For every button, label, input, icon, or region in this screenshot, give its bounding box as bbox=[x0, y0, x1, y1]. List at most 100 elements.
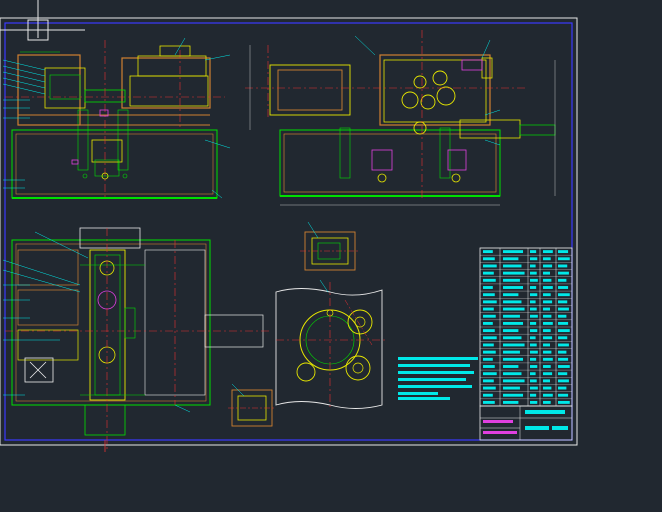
table-cell bbox=[483, 357, 493, 361]
table-cell bbox=[530, 293, 538, 297]
table-cell bbox=[558, 379, 569, 383]
table-cell bbox=[543, 400, 551, 404]
table-cell bbox=[503, 250, 524, 254]
detail-view-a bbox=[300, 221, 360, 271]
table-cell bbox=[543, 250, 553, 254]
drawing-canvas[interactable] bbox=[0, 0, 662, 512]
table-cell bbox=[530, 329, 538, 333]
table-cell bbox=[543, 336, 553, 340]
table-cell bbox=[503, 393, 524, 397]
table-cell bbox=[558, 393, 569, 397]
table-cell bbox=[558, 321, 569, 325]
table-cell bbox=[543, 321, 553, 325]
table-cell bbox=[483, 257, 495, 261]
table-cell bbox=[483, 278, 496, 282]
table-cell bbox=[503, 343, 525, 347]
table-cell bbox=[543, 365, 551, 368]
table-cell bbox=[530, 271, 537, 275]
table-cell bbox=[543, 286, 553, 289]
flange-view bbox=[275, 279, 385, 410]
table-cell bbox=[543, 343, 550, 347]
table-cell bbox=[530, 314, 538, 318]
table-cell bbox=[483, 293, 495, 297]
table-cell bbox=[530, 321, 537, 325]
table-cell bbox=[503, 329, 519, 333]
table-cell bbox=[483, 386, 496, 390]
table-cell bbox=[543, 264, 553, 268]
front-section-view bbox=[2, 37, 231, 200]
table-cell bbox=[483, 271, 494, 275]
table-cell bbox=[503, 321, 524, 325]
table-cell bbox=[558, 264, 568, 268]
table-cell bbox=[543, 357, 553, 361]
table-cell bbox=[558, 278, 567, 282]
table-cell bbox=[483, 379, 494, 383]
table-cell bbox=[503, 400, 519, 404]
table-cell bbox=[483, 264, 497, 268]
table-cell bbox=[503, 314, 520, 318]
table-cell bbox=[530, 278, 538, 282]
table-cell bbox=[530, 393, 537, 397]
table-cell bbox=[558, 257, 570, 261]
table-cell bbox=[503, 286, 524, 289]
table-cell bbox=[503, 307, 525, 311]
table-cell bbox=[530, 343, 537, 347]
table-cell bbox=[530, 350, 538, 354]
table-cell bbox=[558, 343, 569, 347]
table-cell bbox=[558, 350, 567, 354]
table-cell bbox=[503, 357, 524, 361]
table-cell bbox=[558, 314, 567, 318]
table-cell bbox=[558, 250, 569, 254]
table-cell bbox=[543, 300, 553, 304]
table-cell bbox=[558, 329, 570, 333]
table-cell bbox=[543, 329, 551, 333]
table-cell bbox=[558, 400, 570, 404]
table-cell bbox=[558, 300, 568, 304]
detail-view-b bbox=[228, 383, 276, 427]
table-cell bbox=[543, 271, 550, 275]
table-cell bbox=[483, 300, 497, 304]
table-cell bbox=[483, 314, 496, 318]
table-cell bbox=[503, 257, 519, 261]
table-cell bbox=[483, 336, 497, 340]
table-cell bbox=[543, 379, 550, 383]
table-cell bbox=[543, 393, 553, 397]
table-cell bbox=[483, 329, 495, 333]
table-cell bbox=[503, 386, 520, 390]
table-cell bbox=[483, 321, 493, 325]
table-cell bbox=[543, 293, 551, 297]
table-cell bbox=[558, 307, 569, 311]
table-cell bbox=[543, 257, 551, 261]
table-cell bbox=[558, 386, 567, 390]
table-cell bbox=[530, 365, 538, 368]
table-cell bbox=[530, 307, 537, 311]
table-cell bbox=[543, 278, 552, 282]
table-cell bbox=[543, 350, 552, 354]
table-cell bbox=[530, 372, 536, 376]
cad-viewport[interactable] bbox=[0, 0, 662, 512]
technical-notes bbox=[398, 357, 478, 400]
table-cell bbox=[483, 250, 493, 254]
table-cell bbox=[483, 365, 495, 368]
table-cell bbox=[530, 400, 538, 404]
parts-list-table bbox=[479, 247, 573, 407]
table-cell bbox=[503, 372, 522, 376]
crosshair-icon bbox=[0, 0, 85, 41]
plan-section-view bbox=[2, 227, 270, 450]
table-cell bbox=[530, 264, 536, 268]
table-cell bbox=[503, 379, 525, 383]
table-cell bbox=[558, 372, 568, 376]
table-cell bbox=[543, 386, 552, 390]
table-cell bbox=[483, 307, 494, 311]
table-cell bbox=[558, 365, 570, 368]
table-cell bbox=[543, 307, 550, 311]
table-cell bbox=[530, 286, 537, 289]
table-cell bbox=[503, 271, 525, 275]
table-cell bbox=[543, 314, 552, 318]
table-cell bbox=[503, 300, 522, 304]
table-cell bbox=[558, 286, 569, 289]
table-cell bbox=[530, 300, 536, 304]
table-cell bbox=[483, 343, 494, 347]
title-block bbox=[479, 405, 573, 441]
table-cell bbox=[483, 286, 493, 289]
